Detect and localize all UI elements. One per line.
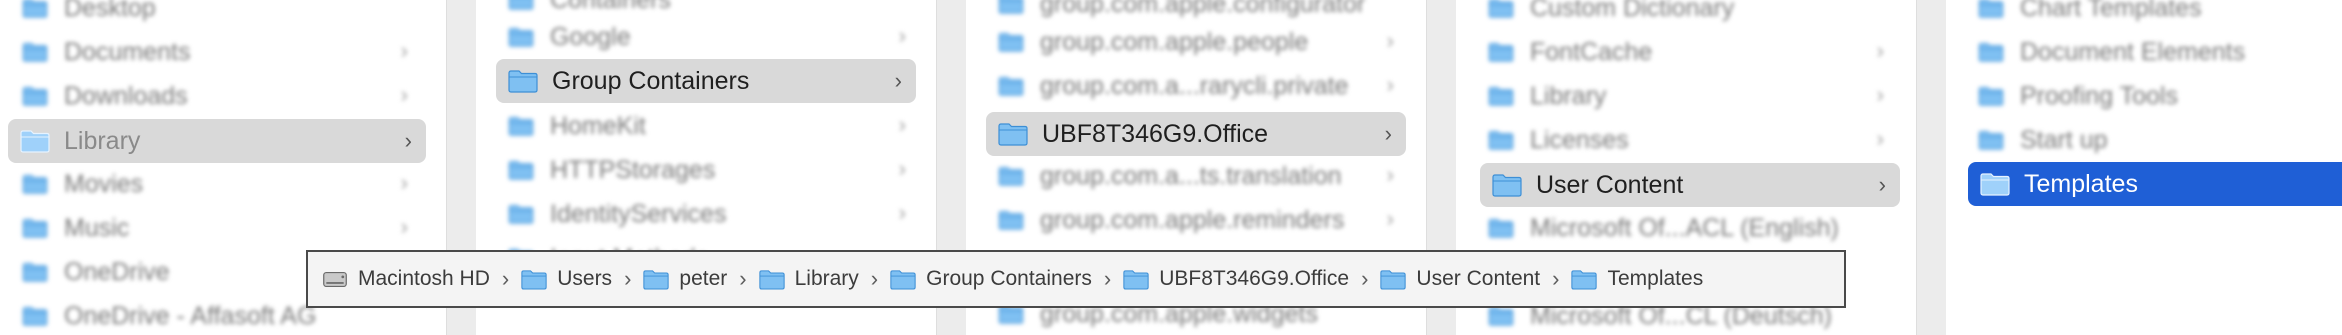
list-item[interactable]: HomeKit ›	[508, 104, 920, 148]
breadcrumb-peter[interactable]: peter	[643, 267, 727, 291]
folder-icon	[1488, 42, 1514, 62]
folder-icon	[508, 27, 534, 47]
separator-chevron-icon: ›	[870, 266, 879, 291]
list-item[interactable]: Microsoft Of...ACL (English)	[1488, 206, 1898, 250]
selected-item-group-containers[interactable]: Group Containers ›	[496, 59, 916, 103]
list-item[interactable]: Start up	[1978, 118, 2328, 162]
folder-icon	[998, 166, 1024, 186]
folder-icon	[998, 210, 1024, 230]
library-folder-icon	[20, 129, 50, 153]
selected-item-ubf8t346g9-office[interactable]: UBF8T346G9.Office ›	[986, 112, 1406, 156]
folder-icon	[22, 0, 48, 18]
folder-icon	[998, 76, 1024, 96]
separator-chevron-icon: ›	[1552, 266, 1560, 291]
folder-icon	[1488, 0, 1514, 18]
folder-icon	[1978, 0, 2004, 18]
folder-icon	[1978, 42, 2004, 62]
list-item[interactable]: Library ›	[1488, 74, 1898, 118]
list-item[interactable]: Custom Dictionary	[1488, 0, 1898, 30]
breadcrumb-macintosh-hd[interactable]: Macintosh HD	[322, 267, 490, 291]
column-5: Chart Templates Document Elements Proofi…	[1946, 0, 2342, 335]
folder-icon	[1978, 86, 2004, 106]
folder-icon	[508, 116, 534, 136]
breadcrumb-user-content[interactable]: User Content	[1380, 267, 1540, 291]
folder-icon	[998, 0, 1024, 14]
folder-icon	[1123, 269, 1149, 290]
chevron-right-icon: ›	[1878, 172, 1886, 197]
folder-icon	[508, 204, 534, 224]
folder-icon	[22, 262, 48, 282]
chevron-right-icon: ›	[1384, 121, 1392, 146]
list-item[interactable]: Music ›	[22, 206, 422, 250]
list-item[interactable]: group.com.a...ts.translation ›	[998, 154, 1408, 198]
folder-icon	[1978, 130, 2004, 150]
list-item[interactable]: Google ›	[508, 15, 920, 59]
folder-icon	[1488, 86, 1514, 106]
selected-item-user-content[interactable]: User Content ›	[1480, 163, 1900, 207]
home-folder-icon	[643, 269, 669, 290]
breadcrumb-users[interactable]: Users	[521, 267, 612, 291]
folder-icon	[22, 306, 48, 326]
folder-icon	[22, 86, 48, 106]
chevron-right-icon: ›	[894, 68, 902, 93]
list-item[interactable]: Chart Templates	[1978, 0, 2328, 30]
folder-icon	[22, 174, 48, 194]
separator-chevron-icon: ›	[501, 266, 510, 291]
folder-icon	[890, 269, 916, 290]
folder-icon	[508, 69, 538, 93]
folder-icon	[1980, 172, 2010, 196]
list-item[interactable]: FontCache ›	[1488, 30, 1898, 74]
folder-icon	[508, 160, 534, 180]
selected-item-templates[interactable]: Templates	[1968, 162, 2342, 206]
separator-chevron-icon: ›	[1361, 266, 1369, 291]
folder-icon	[998, 122, 1028, 146]
breadcrumb-templates[interactable]: Templates	[1571, 267, 1703, 291]
list-item[interactable]: Document Elements	[1978, 30, 2328, 74]
folder-icon	[22, 218, 48, 238]
hard-disk-icon	[322, 269, 348, 290]
list-item[interactable]: Proofing Tools	[1978, 74, 2328, 118]
library-folder-icon	[759, 269, 785, 290]
breadcrumb-group-containers[interactable]: Group Containers	[890, 267, 1092, 291]
folder-icon	[22, 42, 48, 62]
folder-icon	[998, 32, 1024, 52]
list-item[interactable]: Downloads ›	[22, 74, 422, 118]
chevron-right-icon: ›	[404, 128, 412, 153]
list-item[interactable]: IdentityServices ›	[508, 192, 920, 236]
separator-chevron-icon: ›	[739, 266, 747, 291]
separator-chevron-icon: ›	[624, 266, 632, 291]
selected-item-library[interactable]: Library ›	[8, 119, 426, 163]
folder-icon	[1571, 269, 1597, 290]
breadcrumb-ubf8t346g9-office[interactable]: UBF8T346G9.Office	[1123, 267, 1349, 291]
path-bar: Macintosh HD › Users › peter › Library ›…	[306, 250, 1846, 308]
list-item[interactable]: Licenses ›	[1488, 118, 1898, 162]
list-item[interactable]: group.com.apple.people ›	[998, 20, 1408, 64]
folder-icon	[1380, 269, 1406, 290]
list-item[interactable]: HTTPStorages ›	[508, 148, 920, 192]
file-icon	[1488, 218, 1514, 238]
folder-icon	[508, 0, 534, 10]
list-item[interactable]: Desktop	[22, 0, 422, 30]
folder-icon	[1488, 130, 1514, 150]
list-item[interactable]: Movies ›	[22, 162, 422, 206]
users-folder-icon	[521, 269, 547, 290]
separator-chevron-icon: ›	[1103, 266, 1112, 291]
breadcrumb-library[interactable]: Library	[759, 267, 859, 291]
list-item[interactable]: group.com.apple.reminders ›	[998, 198, 1408, 242]
list-item[interactable]: Documents ›	[22, 30, 422, 74]
file-icon	[1488, 306, 1514, 326]
folder-icon	[1492, 173, 1522, 197]
list-item[interactable]: group.com.a...rarycli.private ›	[998, 64, 1408, 108]
